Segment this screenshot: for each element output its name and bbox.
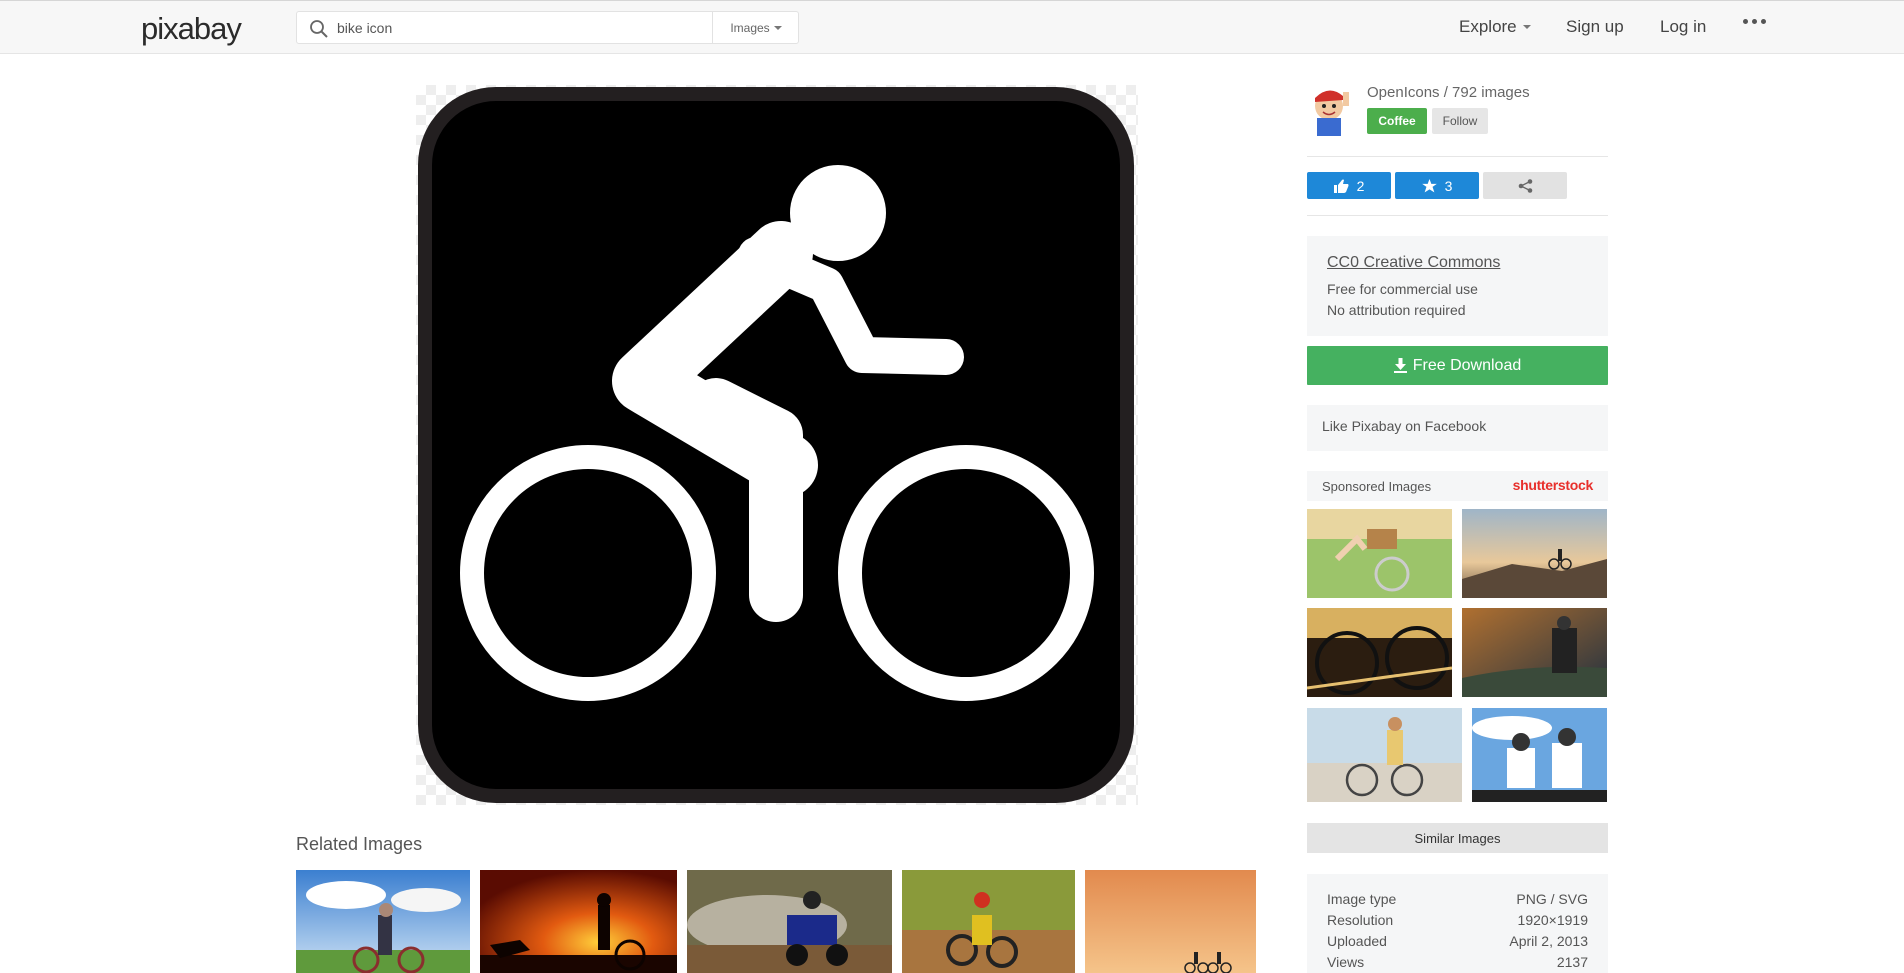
divider [1307,156,1608,157]
sponsored-image-road-cyclist [1462,608,1607,697]
sponsored-image[interactable] [1462,509,1607,598]
related-image-thumbnail[interactable] [480,870,677,973]
star-icon [1421,178,1437,192]
info-label: Views [1327,954,1365,970]
search-input[interactable] [337,16,697,40]
info-value: 2137 [1556,954,1588,970]
follow-button[interactable]: Follow [1432,108,1488,134]
license-line-attribution: No attribution required [1327,302,1466,318]
author-avatar[interactable] [1307,84,1351,136]
share-icon [1518,178,1532,193]
license-box: CC0 Creative Commons Free for commercial… [1307,236,1608,336]
sponsored-image[interactable] [1472,708,1607,802]
sponsored-image[interactable] [1307,608,1452,697]
related-image-thumbnail[interactable] [902,870,1075,973]
author-name[interactable]: OpenIcons / 792 images [1367,84,1530,101]
chevron-down-icon [773,25,782,30]
sponsored-images-title: Sponsored Images [1322,479,1432,494]
chevron-down-icon [1522,25,1531,29]
info-value: PNG / SVG [1516,891,1588,907]
related-image-sunset-cyclists [1085,870,1256,973]
sponsored-images-header: Sponsored Images shutterstock [1307,471,1608,501]
free-download-button[interactable]: Free Download [1307,346,1608,385]
info-row-resolution: Resolution 1920×1919 [1327,912,1588,928]
related-image-thumbnail[interactable] [296,870,470,973]
divider [1307,215,1608,216]
info-label: Image type [1327,891,1397,907]
info-label: Resolution [1327,912,1394,928]
sponsored-image-cycling-couple [1472,708,1607,802]
nav-explore[interactable]: Explore [1459,17,1531,37]
search-icon[interactable] [309,19,329,39]
sponsored-image[interactable] [1462,608,1607,697]
nav-signup[interactable]: Sign up [1566,17,1624,37]
sponsored-image-road-bike-wheels [1307,608,1452,697]
info-row-image-type: Image type PNG / SVG [1327,891,1588,907]
sponsored-image[interactable] [1307,509,1452,598]
download-icon [1393,358,1407,373]
info-row-views: Views 2137 [1327,954,1588,970]
favorite-button[interactable]: 3 [1395,172,1479,199]
like-button[interactable]: 2 [1307,172,1391,199]
search-type-dropdown[interactable]: Images [713,12,799,43]
related-image-quad-bike [687,870,892,973]
free-download-label: Free Download [1412,356,1522,374]
info-label: Uploaded [1327,933,1387,949]
related-image-thumbnail[interactable] [1085,870,1256,973]
main-image[interactable] [416,85,1138,805]
coffee-button[interactable]: Coffee [1367,108,1427,134]
related-image-thumbnail[interactable] [687,870,892,973]
related-image-sunset-dog [480,870,677,973]
info-value: April 2, 2013 [1509,933,1588,949]
license-link[interactable]: CC0 Creative Commons [1327,254,1500,272]
nav-explore-label: Explore [1459,17,1517,36]
similar-images-button[interactable]: Similar Images [1307,823,1608,853]
related-image-couple-bike [296,870,470,973]
info-value: 1920×1919 [1517,912,1588,928]
nav-login[interactable]: Log in [1660,17,1706,37]
share-button[interactable] [1483,172,1567,199]
top-navigation-bar: pixabay Images Explore Sign up Log in [0,0,1904,54]
pixabay-logo[interactable]: pixabay [141,11,242,47]
license-line-commercial: Free for commercial use [1327,281,1478,297]
more-options-icon[interactable] [1743,19,1766,24]
facebook-like-box[interactable]: Like Pixabay on Facebook [1307,405,1608,451]
info-row-uploaded: Uploaded April 2, 2013 [1327,933,1588,949]
related-images-title: Related Images [296,834,423,854]
search-type-label: Images [730,20,770,35]
bicycle-sign-icon [418,87,1134,803]
sponsored-image[interactable] [1307,708,1462,802]
sponsored-image-basket-bike [1307,509,1452,598]
thumbs-up-icon [1333,179,1349,193]
search-bar: Images [296,11,799,44]
sponsored-image-seaside-bike [1307,708,1462,802]
like-count: 2 [1356,177,1365,194]
related-image-motocross [902,870,1075,973]
image-info-box: Image type PNG / SVG Resolution 1920×191… [1307,874,1608,973]
favorite-count: 3 [1444,177,1453,194]
sponsored-image-mountain-biker [1462,509,1607,598]
shutterstock-logo[interactable]: shutterstock [1513,477,1594,493]
